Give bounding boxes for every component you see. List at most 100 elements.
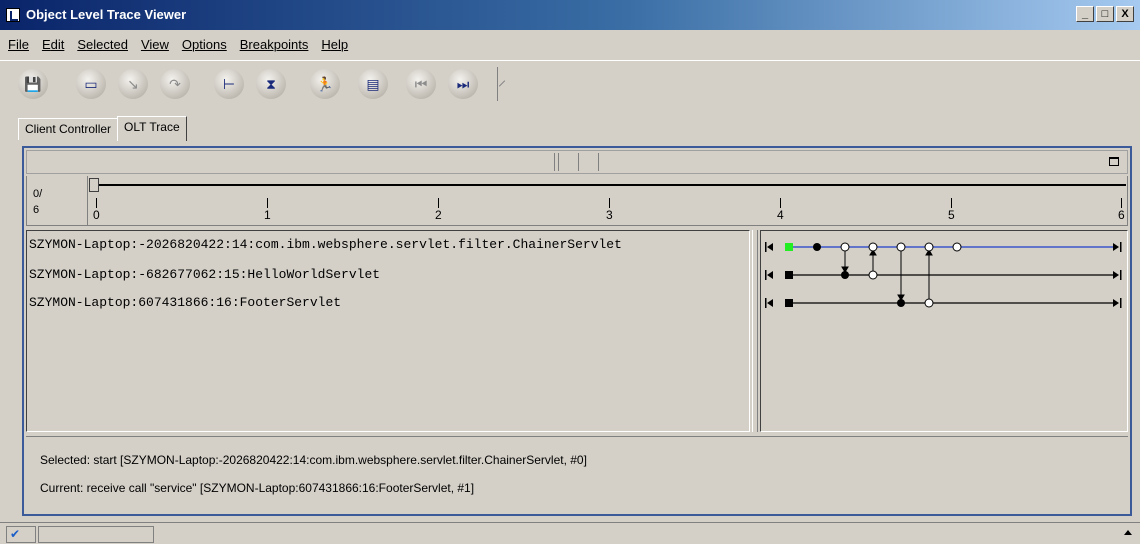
toolbar: 💾 ▭ ↘ ↷ ⊢ ⧗ 🏃 ▤ ⏮ ⏭ bbox=[0, 60, 1140, 106]
hierarchy-button[interactable]: ⊢ bbox=[214, 69, 244, 99]
scroll-up-icon[interactable] bbox=[1124, 530, 1132, 535]
save-icon: 💾 bbox=[24, 75, 42, 92]
thread-list: SZYMON-Laptop:-2026820422:14:com.ibm.web… bbox=[26, 230, 750, 432]
scroll-left-bar bbox=[765, 270, 767, 280]
event-node[interactable] bbox=[896, 242, 906, 252]
scroll-left-icon[interactable] bbox=[767, 271, 773, 279]
menu-breakpoints[interactable]: Breakpoints bbox=[240, 37, 309, 52]
event-node[interactable] bbox=[868, 242, 878, 252]
run-button[interactable]: 🏃 bbox=[310, 69, 340, 99]
menu-edit[interactable]: Edit bbox=[42, 37, 64, 52]
scroll-right-icon[interactable] bbox=[1113, 243, 1119, 251]
window-title: Object Level Trace Viewer bbox=[26, 7, 187, 22]
list-button[interactable]: ▤ bbox=[358, 69, 388, 99]
scroll-left-markers bbox=[765, 242, 773, 308]
start-marker[interactable] bbox=[785, 299, 793, 307]
ruler-tick bbox=[96, 198, 97, 208]
runner-icon: 🏃 bbox=[316, 75, 334, 92]
ruler-tick bbox=[438, 198, 439, 208]
thread-row[interactable]: SZYMON-Laptop:-2026820422:14:com.ibm.web… bbox=[29, 237, 622, 252]
event-node[interactable] bbox=[840, 242, 850, 252]
title-bar: Object Level Trace Viewer _ □ X bbox=[0, 0, 1140, 30]
last-button[interactable]: ⏭ bbox=[448, 69, 478, 99]
first-button[interactable]: ⏮ bbox=[406, 69, 436, 99]
trace-graph-canvas bbox=[765, 242, 1122, 308]
ruler-tick-label: 4 bbox=[777, 208, 784, 222]
app-icon bbox=[6, 8, 20, 22]
last-icon: ⏭ bbox=[456, 75, 470, 92]
checkmark-icon: ✔ bbox=[6, 526, 36, 543]
ruler-track bbox=[96, 184, 1126, 186]
menu-view[interactable]: View bbox=[141, 37, 169, 52]
event-node[interactable] bbox=[924, 242, 934, 252]
step-into-icon: ↘ bbox=[127, 75, 139, 92]
scroll-left-bar bbox=[765, 298, 767, 308]
status-area: Selected: start [SZYMON-Laptop:-20268204… bbox=[26, 436, 1128, 512]
scroll-right-icon[interactable] bbox=[1113, 299, 1119, 307]
scroll-left-icon[interactable] bbox=[767, 299, 773, 307]
ruler-tick-label: 1 bbox=[264, 208, 271, 222]
ruler-tick-label: 5 bbox=[948, 208, 955, 222]
step-into-button[interactable]: ↘ bbox=[118, 69, 148, 99]
time-ruler[interactable]: 0/ 6 0 1 2 3 4 5 6 bbox=[26, 176, 1128, 226]
ruler-position-bottom: 6 bbox=[33, 204, 40, 216]
toolbar-separator bbox=[497, 67, 507, 101]
menu-options[interactable]: Options bbox=[182, 37, 227, 52]
ruler-thumb[interactable] bbox=[89, 178, 99, 192]
call-arrows bbox=[841, 249, 933, 304]
maximize-button[interactable]: □ bbox=[1096, 6, 1114, 22]
step-over-button[interactable]: ↷ bbox=[160, 69, 190, 99]
monitor-button[interactable]: ▭ bbox=[76, 69, 106, 99]
ruler-position-top: 0/ bbox=[33, 188, 43, 200]
ruler-divider bbox=[87, 176, 88, 226]
tab-strip: Client Controller OLT Trace bbox=[18, 116, 187, 141]
thread-row[interactable]: SZYMON-Laptop:-682677062:15:HelloWorldSe… bbox=[29, 267, 380, 282]
scroll-right-icon[interactable] bbox=[1113, 271, 1119, 279]
menu-help[interactable]: Help bbox=[321, 37, 348, 52]
event-node[interactable] bbox=[897, 299, 905, 307]
ruler-tick-label: 6 bbox=[1118, 208, 1125, 222]
event-node[interactable] bbox=[868, 270, 878, 280]
minimize-button[interactable]: _ bbox=[1076, 6, 1094, 22]
list-icon: ▤ bbox=[366, 75, 380, 92]
vertical-splitter[interactable] bbox=[752, 230, 758, 432]
window-controls: _ □ X bbox=[1074, 6, 1134, 22]
status-segment bbox=[38, 526, 154, 543]
hierarchy-icon: ⊢ bbox=[222, 75, 236, 92]
tab-client-controller[interactable]: Client Controller bbox=[18, 118, 119, 140]
scroll-right-bar bbox=[1120, 242, 1122, 252]
start-marker-selected[interactable] bbox=[785, 243, 793, 251]
event-node[interactable] bbox=[813, 243, 821, 251]
split-handle[interactable] bbox=[554, 153, 600, 171]
close-button[interactable]: X bbox=[1116, 6, 1134, 22]
event-node[interactable] bbox=[841, 271, 849, 279]
ruler-tick bbox=[951, 198, 952, 208]
step-over-icon: ↷ bbox=[169, 75, 181, 92]
ruler-header bbox=[26, 150, 1128, 174]
start-marker[interactable] bbox=[785, 271, 793, 279]
event-node[interactable] bbox=[924, 298, 934, 308]
maximize-pane-button[interactable] bbox=[1109, 157, 1119, 166]
scroll-left-bar bbox=[765, 242, 767, 252]
hourglass-button[interactable]: ⧗ bbox=[256, 69, 286, 99]
tab-olt-trace[interactable]: OLT Trace bbox=[117, 116, 187, 141]
ruler-tick-label: 0 bbox=[93, 208, 100, 222]
ruler-tick bbox=[780, 198, 781, 208]
ruler-position: 0/ 6 bbox=[33, 186, 42, 218]
trace-graph[interactable] bbox=[760, 230, 1128, 432]
scroll-left-icon[interactable] bbox=[767, 243, 773, 251]
save-button[interactable]: 💾 bbox=[18, 69, 48, 99]
menu-file[interactable]: File bbox=[8, 37, 29, 52]
scroll-right-bar bbox=[1120, 270, 1122, 280]
menu-selected[interactable]: Selected bbox=[77, 37, 128, 52]
selected-status: Selected: start [SZYMON-Laptop:-20268204… bbox=[40, 453, 587, 467]
ruler-tick-label: 3 bbox=[606, 208, 613, 222]
status-bar: ✔ bbox=[0, 522, 1140, 544]
scroll-right-markers bbox=[1113, 242, 1122, 308]
thread-row[interactable]: SZYMON-Laptop:607431866:16:FooterServlet bbox=[29, 295, 341, 310]
menu-bar: File Edit Selected View Options Breakpoi… bbox=[0, 32, 1140, 56]
monitor-icon: ▭ bbox=[84, 75, 98, 92]
ruler-tick bbox=[1121, 198, 1122, 208]
event-node[interactable] bbox=[952, 242, 962, 252]
ruler-tick bbox=[609, 198, 610, 208]
